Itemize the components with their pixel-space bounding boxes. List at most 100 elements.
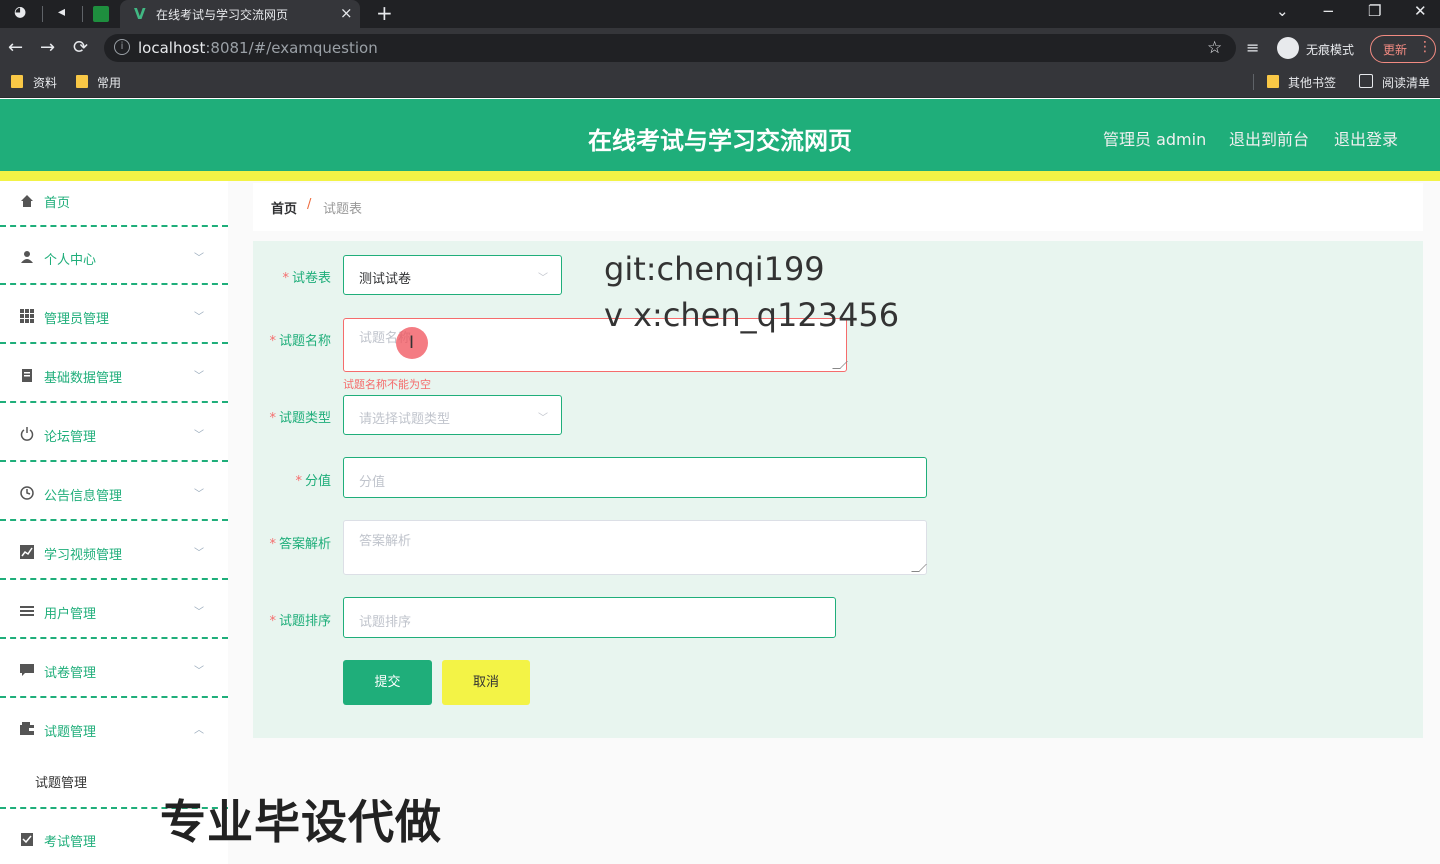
chevron-down-icon: ﹀ — [538, 413, 548, 424]
site-info-icon[interactable]: i — [114, 39, 130, 55]
sidebar-item-notice[interactable]: 公告信息管理 ﹀ — [0, 463, 228, 521]
kebab-menu-icon[interactable]: ⋮ — [1418, 39, 1432, 55]
back-icon[interactable]: ← — [8, 37, 23, 58]
folder-icon — [11, 75, 23, 88]
score-label: * 分值 — [241, 470, 331, 489]
sidebar-item-label: 试题管理 — [44, 725, 97, 740]
reading-mode-icon[interactable]: ≡ — [1246, 38, 1259, 57]
incognito-label[interactable]: 无痕模式 — [1306, 41, 1354, 58]
sidebar-item-home[interactable]: 首页 — [0, 181, 228, 227]
grid-icon — [20, 309, 34, 323]
chevron-down-icon: ﹀ — [194, 371, 204, 382]
minimize-icon[interactable]: − — [1322, 2, 1335, 20]
tab-close-icon[interactable]: × — [340, 4, 353, 22]
home-icon — [21, 195, 33, 207]
checklist-icon — [21, 833, 33, 846]
sidebar-item-video[interactable]: 学习视频管理 ﹀ — [0, 522, 228, 580]
name-label: * 试题名称 — [241, 330, 331, 349]
sidebar-item-users[interactable]: 用户管理 ﹀ — [0, 581, 228, 639]
chevron-down-icon: ﹀ — [194, 430, 204, 441]
required-mark: * — [269, 334, 276, 349]
sidebar-item-label: 学习视频管理 — [44, 548, 123, 563]
tab-title[interactable]: 在线考试与学习交流网页 — [156, 6, 288, 23]
sidebar-item-personal[interactable]: 个人中心 ﹀ — [0, 227, 228, 285]
name-error-message: 试题名称不能为空 — [343, 378, 431, 391]
required-mark: * — [269, 537, 276, 552]
sidebar-item-questions[interactable]: 试题管理 ︿ — [0, 699, 228, 757]
chevron-down-icon: ﹀ — [194, 312, 204, 323]
chevron-up-icon: ︿ — [194, 725, 204, 736]
url-text[interactable]: localhost:8081/#/examquestion — [138, 39, 378, 57]
submenu-item-questions[interactable]: 试题管理 — [35, 772, 87, 791]
chevron-down-icon: ﹀ — [194, 607, 204, 618]
paper-label-text: 试卷表 — [291, 271, 331, 286]
analysis-label-text: 答案解析 — [278, 537, 331, 552]
update-label: 更新 — [1383, 43, 1408, 57]
vx-watermark: v x:chen_q123456 — [604, 296, 900, 334]
chevron-down-icon: ﹀ — [194, 666, 204, 677]
type-label: * 试题类型 — [241, 407, 331, 426]
chevron-down-icon: ﹀ — [194, 548, 204, 559]
reading-list[interactable]: 阅读清单 — [1382, 74, 1430, 91]
type-label-text: 试题类型 — [278, 411, 331, 426]
chevron-down-icon: ﹀ — [538, 273, 548, 284]
chevron-down-icon: ﹀ — [194, 489, 204, 500]
submit-button[interactable]: 提交 — [343, 660, 432, 705]
url-path: :8081/#/examquestion — [205, 39, 378, 57]
sidebar-item-forum[interactable]: 论坛管理 ﹀ — [0, 404, 228, 462]
admin-label: 管理员 admin — [1103, 130, 1207, 149]
incognito-icon[interactable] — [1277, 37, 1299, 59]
question-order-input[interactable] — [343, 597, 836, 638]
front-page-link[interactable]: 退出到前台 — [1229, 126, 1309, 150]
url-host: localhost — [138, 39, 206, 57]
paper-label: * 试卷表 — [241, 267, 331, 286]
bookmark-folder-2[interactable]: 常用 — [97, 74, 121, 91]
chart-icon — [20, 545, 34, 559]
bookmark-separator — [1253, 74, 1254, 90]
folder-icon — [1267, 75, 1279, 88]
close-window-icon[interactable]: ✕ — [1414, 2, 1427, 20]
cancel-button[interactable]: 取消 — [442, 660, 530, 705]
text-cursor-icon: I — [409, 333, 415, 353]
sidebar-item-label: 基础数据管理 — [44, 371, 123, 386]
git-watermark: git:chenqi199 — [604, 250, 825, 288]
forward-icon[interactable]: → — [40, 37, 55, 58]
mute-icon[interactable]: ◂ — [58, 4, 65, 20]
sidebar-item-basic-data[interactable]: 基础数据管理 ﹀ — [0, 345, 228, 403]
folder-icon — [76, 75, 88, 88]
tab-search-icon[interactable]: ⌄ — [1276, 2, 1289, 20]
menu-icon — [20, 606, 34, 616]
sidebar: 首页 个人中心 ﹀ 管理员管理 ﹀ 基础数据管理 ﹀ 论坛管理 ﹀ 公告信息管理… — [0, 181, 228, 864]
sidebar-item-label: 考试管理 — [44, 835, 97, 850]
sidebar-item-label: 用户管理 — [44, 607, 97, 622]
logout-link[interactable]: 退出登录 — [1334, 126, 1398, 150]
breadcrumb-current: 试题表 — [323, 202, 363, 217]
score-label-text: 分值 — [304, 474, 331, 489]
sidebar-item-admin[interactable]: 管理员管理 ﹀ — [0, 286, 228, 344]
score-input[interactable] — [343, 457, 927, 498]
bookmark-star-icon[interactable]: ☆ — [1207, 38, 1222, 58]
browser-logo-icon: ◕ — [14, 4, 27, 20]
chevron-down-icon: ﹀ — [194, 253, 204, 264]
breadcrumb-separator: / — [307, 197, 312, 212]
tab-separator — [82, 6, 83, 22]
answer-analysis-textarea[interactable] — [343, 520, 927, 575]
power-icon — [20, 427, 34, 441]
required-mark: * — [282, 271, 289, 286]
sidebar-item-label: 管理员管理 — [44, 312, 110, 327]
analysis-label: * 答案解析 — [241, 533, 331, 552]
required-mark: * — [269, 411, 276, 426]
order-label: * 试题排序 — [241, 610, 331, 629]
pinned-tab-icon[interactable] — [93, 6, 109, 22]
reload-icon[interactable]: ⟳ — [73, 37, 88, 58]
sidebar-item-papers[interactable]: 试卷管理 ﹀ — [0, 640, 228, 698]
breadcrumb-home[interactable]: 首页 — [271, 198, 297, 217]
bookmark-folder-1[interactable]: 资料 — [33, 74, 57, 91]
sidebar-item-label: 首页 — [44, 196, 71, 211]
bookmarks-bar — [0, 68, 1440, 98]
other-bookmarks[interactable]: 其他书签 — [1288, 74, 1336, 91]
sidebar-item-label: 试卷管理 — [44, 666, 97, 681]
restore-icon[interactable]: ❐ — [1368, 2, 1381, 20]
chat-icon — [20, 664, 34, 676]
new-tab-button[interactable]: + — [376, 1, 393, 25]
